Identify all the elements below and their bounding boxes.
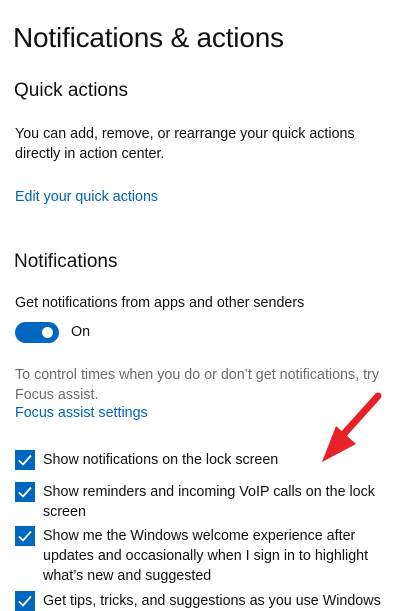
checkbox-tips[interactable] xyxy=(15,591,35,611)
check-icon xyxy=(18,486,32,498)
checkbox-label: Show reminders and incoming VoIP calls o… xyxy=(43,484,375,520)
notifications-heading: Notifications xyxy=(14,251,118,272)
checkbox-lock-screen[interactable] xyxy=(15,450,35,470)
checkbox-label: Show me the Windows welcome experience a… xyxy=(43,528,369,584)
focus-assist-link[interactable]: Focus assist settings xyxy=(15,405,148,421)
check-icon xyxy=(18,454,32,466)
checkbox-row-voip[interactable]: Show reminders and incoming VoIP calls o… xyxy=(15,482,415,522)
check-icon xyxy=(18,530,32,542)
notifications-toggle[interactable] xyxy=(15,322,59,343)
edit-quick-actions-link[interactable]: Edit your quick actions xyxy=(15,189,158,205)
checkbox-voip[interactable] xyxy=(15,482,35,502)
quick-actions-description: You can add, remove, or rearrange your q… xyxy=(15,126,355,162)
quick-actions-heading: Quick actions xyxy=(14,80,129,101)
checkbox-label: Get tips, tricks, and suggestions as you… xyxy=(43,593,381,609)
red-arrow-icon xyxy=(322,392,382,462)
toggle-state-label: On xyxy=(71,324,91,340)
checkbox-row-welcome[interactable]: Show me the Windows welcome experience a… xyxy=(15,526,415,586)
get-notifications-label: Get notifications from apps and other se… xyxy=(15,295,305,311)
page-title: Notifications & actions xyxy=(13,22,284,53)
check-icon xyxy=(18,595,32,607)
checkbox-row-tips[interactable]: Get tips, tricks, and suggestions as you… xyxy=(15,591,415,611)
toggle-knob xyxy=(42,327,53,338)
checkbox-welcome[interactable] xyxy=(15,526,35,546)
